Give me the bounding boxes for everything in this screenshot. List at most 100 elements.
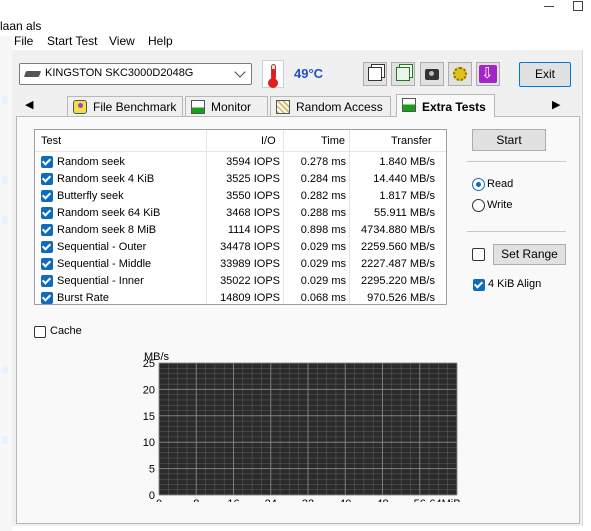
row-checkbox[interactable]	[41, 190, 53, 202]
header-test[interactable]: Test	[41, 135, 61, 147]
row-checkbox[interactable]	[41, 156, 53, 168]
table-row: Random seek 4 KiB 3525 IOPS 0.284 ms 14.440…	[35, 171, 446, 188]
transfer-chart: 25 20 15 10 5 0 0 8 16 24 32 40 48 5664MiB	[143, 358, 461, 502]
header-transfer[interactable]: Transfer	[391, 135, 432, 147]
chart-y-tick-label: 5	[149, 464, 155, 476]
chevron-down-icon	[234, 66, 246, 78]
drive-name: KINGSTON SKC3000D2048G	[45, 67, 194, 79]
row-transfer: 2259.560 MB/s	[361, 241, 435, 253]
row-time: 0.068 ms	[300, 292, 346, 304]
copy-image-icon	[396, 67, 410, 81]
row-test: Sequential - Outer	[57, 241, 147, 253]
start-button[interactable]: Start	[472, 129, 546, 151]
row-test: Sequential - Inner	[57, 275, 144, 287]
row-transfer: 4734.880 MB/s	[361, 224, 435, 236]
exit-button[interactable]: Exit	[519, 62, 571, 87]
menu-file[interactable]: File	[14, 34, 33, 48]
drive-select[interactable]: KINGSTON SKC3000D2048G	[19, 63, 252, 85]
cache-checkbox[interactable]	[34, 326, 46, 338]
row-time: 0.282 ms	[300, 190, 346, 202]
chart-x-ticks: 0 8 16 24 32 40 48 5664MiB	[156, 498, 461, 502]
table-row: Sequential - Inner 35022 IOPS 0.029 ms 2295…	[35, 273, 446, 290]
save-button[interactable]	[476, 62, 500, 86]
chart-x-tick-label: 24	[265, 498, 277, 502]
random-access-icon	[276, 100, 290, 114]
row-time: 0.284 ms	[300, 173, 346, 185]
radio-dot	[472, 199, 485, 212]
drive-temperature: 49°C	[294, 66, 324, 81]
row-test: Butterfly seek	[57, 190, 124, 202]
read-label: Read	[487, 178, 514, 190]
row-io: 1114 IOPS	[227, 224, 280, 236]
chart-x-tick-label: 16	[227, 498, 239, 502]
menu-help[interactable]: Help	[148, 34, 173, 48]
table-header: Test I/O Time Transfer	[35, 130, 446, 152]
background-mark	[2, 366, 8, 374]
tab-strip: ◀ File Benchmark Monitor Random Access E…	[12, 94, 583, 117]
set-range-button[interactable]: Set Range	[493, 244, 566, 265]
tab-file-benchmark[interactable]: File Benchmark	[67, 96, 183, 116]
row-test: Random seek 4 KiB	[57, 173, 155, 185]
row-transfer: 14.440 MB/s	[373, 173, 435, 185]
chart-y-tick-label: 20	[143, 384, 155, 396]
background-window-strip-right	[583, 36, 591, 531]
header-time[interactable]: Time	[321, 135, 345, 147]
extra-tests-icon	[402, 98, 416, 112]
copy-text-button[interactable]	[363, 62, 387, 86]
results-table: Test I/O Time Transfer Random seek 3594 I…	[34, 129, 447, 305]
tab-scroll-left-icon[interactable]: ◀	[25, 98, 33, 111]
chart-x-tick-label: 32	[302, 498, 314, 502]
screenshot-button[interactable]	[420, 62, 444, 86]
background-mark	[2, 176, 8, 184]
table-row: Sequential - Middle 33989 IOPS 0.029 ms 222…	[35, 256, 446, 273]
options-button[interactable]	[448, 62, 472, 86]
drive-icon	[23, 71, 42, 77]
row-time: 0.029 ms	[300, 275, 346, 287]
chart-y-tick-label: 10	[143, 437, 155, 449]
header-io[interactable]: I/O	[261, 135, 276, 147]
row-io: 3594 IOPS	[226, 156, 280, 168]
row-checkbox[interactable]	[41, 292, 53, 304]
maximize-icon[interactable]	[570, 0, 588, 12]
monitor-chart-icon	[191, 100, 205, 114]
row-checkbox[interactable]	[41, 173, 53, 185]
cache-label: Cache	[50, 325, 82, 337]
table-row: Random seek 3594 IOPS 0.278 ms 1.840 MB/s	[35, 154, 446, 171]
row-checkbox[interactable]	[41, 224, 53, 236]
tab-scroll-right-icon[interactable]: ▶	[552, 98, 560, 111]
row-checkbox[interactable]	[41, 275, 53, 287]
thermometer-bulb	[268, 78, 278, 88]
background-mark	[2, 216, 8, 224]
minimize-icon[interactable]	[541, 0, 559, 12]
table-row: Random seek 8 MiB 1114 IOPS 0.898 ms 4734.8…	[35, 222, 446, 239]
background-window-strip	[0, 36, 12, 531]
row-transfer: 2295.220 MB/s	[361, 275, 435, 287]
align-checkbox[interactable]	[473, 279, 485, 291]
divider	[467, 161, 566, 162]
row-checkbox[interactable]	[41, 258, 53, 270]
set-range-checkbox[interactable]	[472, 248, 485, 261]
tab-extra-tests[interactable]: Extra Tests	[396, 94, 495, 117]
row-checkbox[interactable]	[41, 207, 53, 219]
row-io: 3525 IOPS	[226, 173, 280, 185]
chart-y-tick-label: 0	[149, 490, 155, 502]
menu-start-test[interactable]: Start Test	[47, 34, 97, 48]
radio-dot	[472, 178, 485, 191]
align-label: 4 KiB Align	[488, 278, 542, 290]
screenshot-icon	[425, 69, 439, 80]
row-io: 33989 IOPS	[220, 258, 280, 270]
tab-label: Monitor	[211, 100, 252, 114]
row-checkbox[interactable]	[41, 241, 53, 253]
menu-bar: File Start Test View Help	[12, 32, 583, 50]
row-test: Burst Rate	[57, 292, 109, 304]
tab-random-access[interactable]: Random Access	[270, 96, 391, 116]
chart-x-tick-label: 64MiB	[429, 498, 460, 502]
chart-x-tick-label: 48	[376, 498, 388, 502]
row-test: Random seek 8 MiB	[57, 224, 157, 236]
copy-image-button[interactable]	[391, 62, 415, 86]
row-transfer: 2227.487 MB/s	[361, 258, 435, 270]
tab-monitor[interactable]: Monitor	[185, 96, 268, 116]
menu-view[interactable]: View	[109, 34, 135, 48]
save-download-icon	[479, 64, 497, 83]
chart-y-ticks: 25 20 15 10 5 0	[143, 358, 155, 502]
